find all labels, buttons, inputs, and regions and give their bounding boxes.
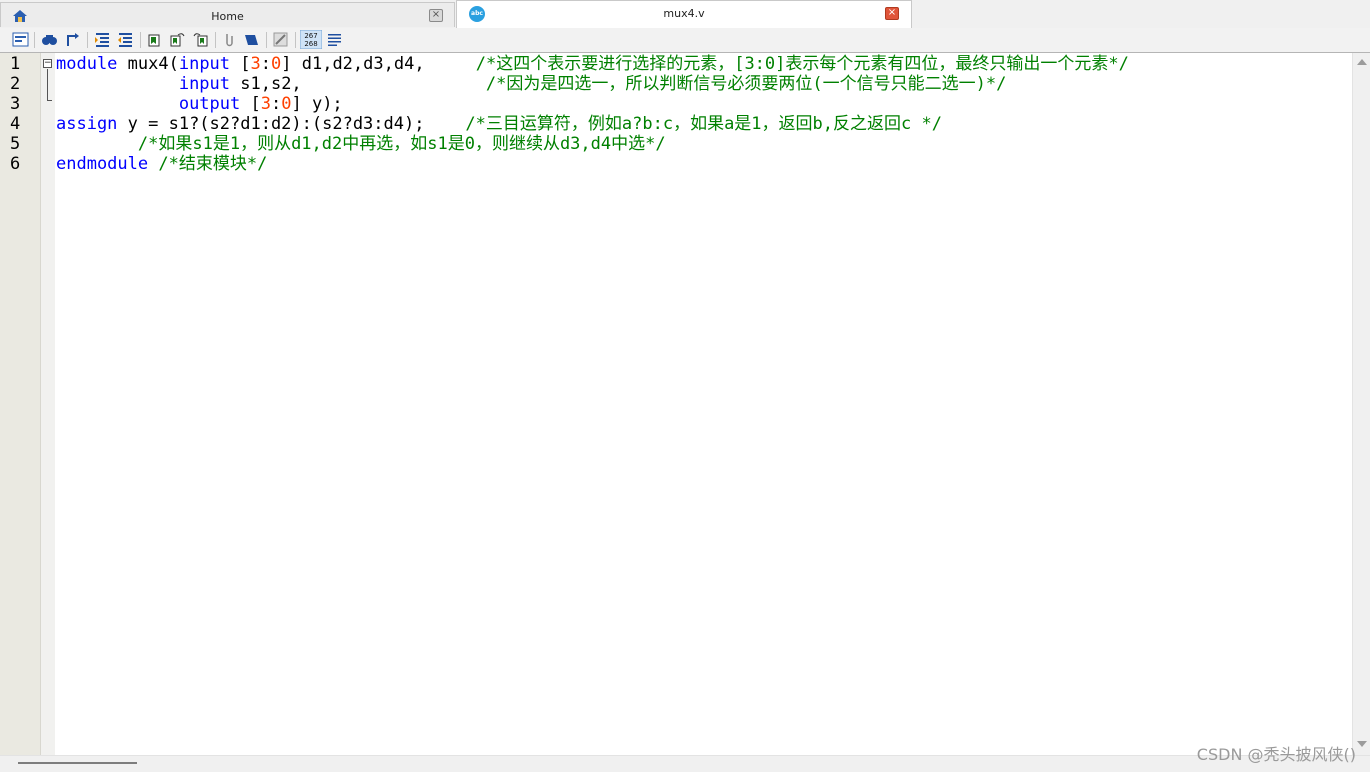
code-keyword: endmodule bbox=[56, 154, 149, 174]
code-text: : bbox=[260, 54, 272, 74]
code-editor[interactable]: − 1 2 3 4 5 6 module mux4(input [3:0] d1… bbox=[0, 53, 1370, 755]
code-text: [ bbox=[240, 94, 261, 114]
word-wrap-icon[interactable] bbox=[326, 31, 343, 48]
code-number: 3 bbox=[260, 94, 271, 114]
tab-mux4-close-icon[interactable]: × bbox=[885, 7, 899, 20]
fold-margin bbox=[41, 53, 55, 755]
bookmark-next-icon[interactable] bbox=[169, 31, 186, 48]
code-line[interactable]: assign y = s1?(s2?d1:d2):(s2?d3:d4); /*三… bbox=[56, 114, 942, 134]
attach-icon[interactable] bbox=[221, 31, 238, 48]
code-keyword: module bbox=[56, 54, 118, 74]
code-text: s1,s2, bbox=[230, 74, 486, 94]
tab-mux4-label: mux4.v bbox=[663, 7, 705, 20]
code-number: 0 bbox=[281, 94, 292, 114]
svg-text:267: 267 bbox=[304, 32, 317, 40]
tab-home-label: Home bbox=[211, 10, 244, 23]
svg-text:268: 268 bbox=[304, 40, 317, 48]
code-keyword: output bbox=[178, 94, 241, 114]
code-comment: /*如果s1是1，则从d1,d2中再选，如s1是0，则继续从d3,d4中选*/ bbox=[137, 134, 666, 154]
line-number: 1 bbox=[10, 54, 21, 74]
code-comment: /*三目运算符，例如a?b:c，如果a是1，返回b,反之返回c */ bbox=[465, 114, 942, 134]
fold-guide-line bbox=[47, 69, 48, 101]
scroll-up-arrow-icon[interactable] bbox=[1357, 59, 1367, 65]
mark-icon[interactable] bbox=[243, 31, 260, 48]
line-number: 4 bbox=[10, 114, 21, 134]
indent-icon[interactable] bbox=[94, 31, 111, 48]
line-number: 3 bbox=[10, 94, 21, 114]
code-text: ] y); bbox=[291, 94, 343, 114]
code-keyword: assign bbox=[56, 114, 118, 134]
code-text: [ bbox=[230, 54, 251, 74]
line-number: 5 bbox=[10, 134, 21, 154]
fold-guide-end bbox=[47, 100, 52, 101]
code-line[interactable]: output [3:0] y); bbox=[56, 94, 343, 114]
goto-icon[interactable] bbox=[64, 31, 81, 48]
tab-bar: Home × abc mux4.v × bbox=[0, 0, 1370, 29]
line-numbers-icon[interactable]: 267 268 bbox=[300, 30, 322, 49]
code-comment: /*这四个表示要进行选择的元素，[3:0]表示每个元素有四位，最终只输出一个元素… bbox=[475, 54, 1129, 74]
code-keyword: input bbox=[178, 74, 231, 94]
horizontal-scroll-thumb[interactable] bbox=[18, 762, 137, 764]
code-text: : bbox=[270, 94, 282, 114]
bookmark-prev-icon[interactable] bbox=[192, 31, 209, 48]
code-line[interactable]: input s1,s2, /*因为是四选一，所以判断信号必须要两位(一个信号只能… bbox=[56, 74, 1006, 94]
line-number: 2 bbox=[10, 74, 21, 94]
code-keyword: input bbox=[178, 54, 231, 74]
code-text: ] d1,d2,d3,d4, bbox=[281, 54, 476, 74]
watermark: CSDN @秃头披风侠() bbox=[1196, 745, 1356, 764]
horizontal-scrollbar[interactable] bbox=[0, 755, 1370, 772]
code-line[interactable]: endmodule /*结束模块*/ bbox=[56, 154, 267, 174]
outdent-icon[interactable] bbox=[117, 31, 134, 48]
scroll-down-arrow-icon[interactable] bbox=[1357, 741, 1367, 747]
bookmark-icon[interactable] bbox=[146, 31, 163, 48]
compare-icon[interactable] bbox=[272, 31, 289, 48]
code-text: mux4( bbox=[117, 54, 179, 74]
tab-home-close-icon[interactable]: × bbox=[429, 9, 443, 22]
vertical-scrollbar[interactable] bbox=[1352, 53, 1370, 755]
code-number: 3 bbox=[250, 54, 261, 74]
line-number: 6 bbox=[10, 154, 21, 174]
tab-home[interactable]: Home × bbox=[0, 2, 455, 27]
tab-mux4[interactable]: abc mux4.v × bbox=[456, 0, 912, 28]
code-text: y = s1?(s2?d1:d2):(s2?d3:d4); bbox=[117, 114, 466, 134]
toolbar: 267 268 bbox=[0, 28, 1370, 53]
code-line[interactable]: module mux4(input [3:0] d1,d2,d3,d4, /*这… bbox=[56, 54, 1129, 74]
code-line[interactable]: /*如果s1是1，则从d1,d2中再选，如s1是0，则继续从d3,d4中选*/ bbox=[56, 134, 666, 154]
fold-collapse-icon[interactable]: − bbox=[43, 59, 52, 68]
code-comment: /*因为是四选一，所以判断信号必须要两位(一个信号只能二选一)*/ bbox=[485, 74, 1007, 94]
code-comment: /*结束模块*/ bbox=[158, 154, 268, 174]
column-view-icon[interactable] bbox=[12, 31, 29, 48]
code-number: 0 bbox=[271, 54, 282, 74]
find-icon[interactable] bbox=[41, 31, 58, 48]
